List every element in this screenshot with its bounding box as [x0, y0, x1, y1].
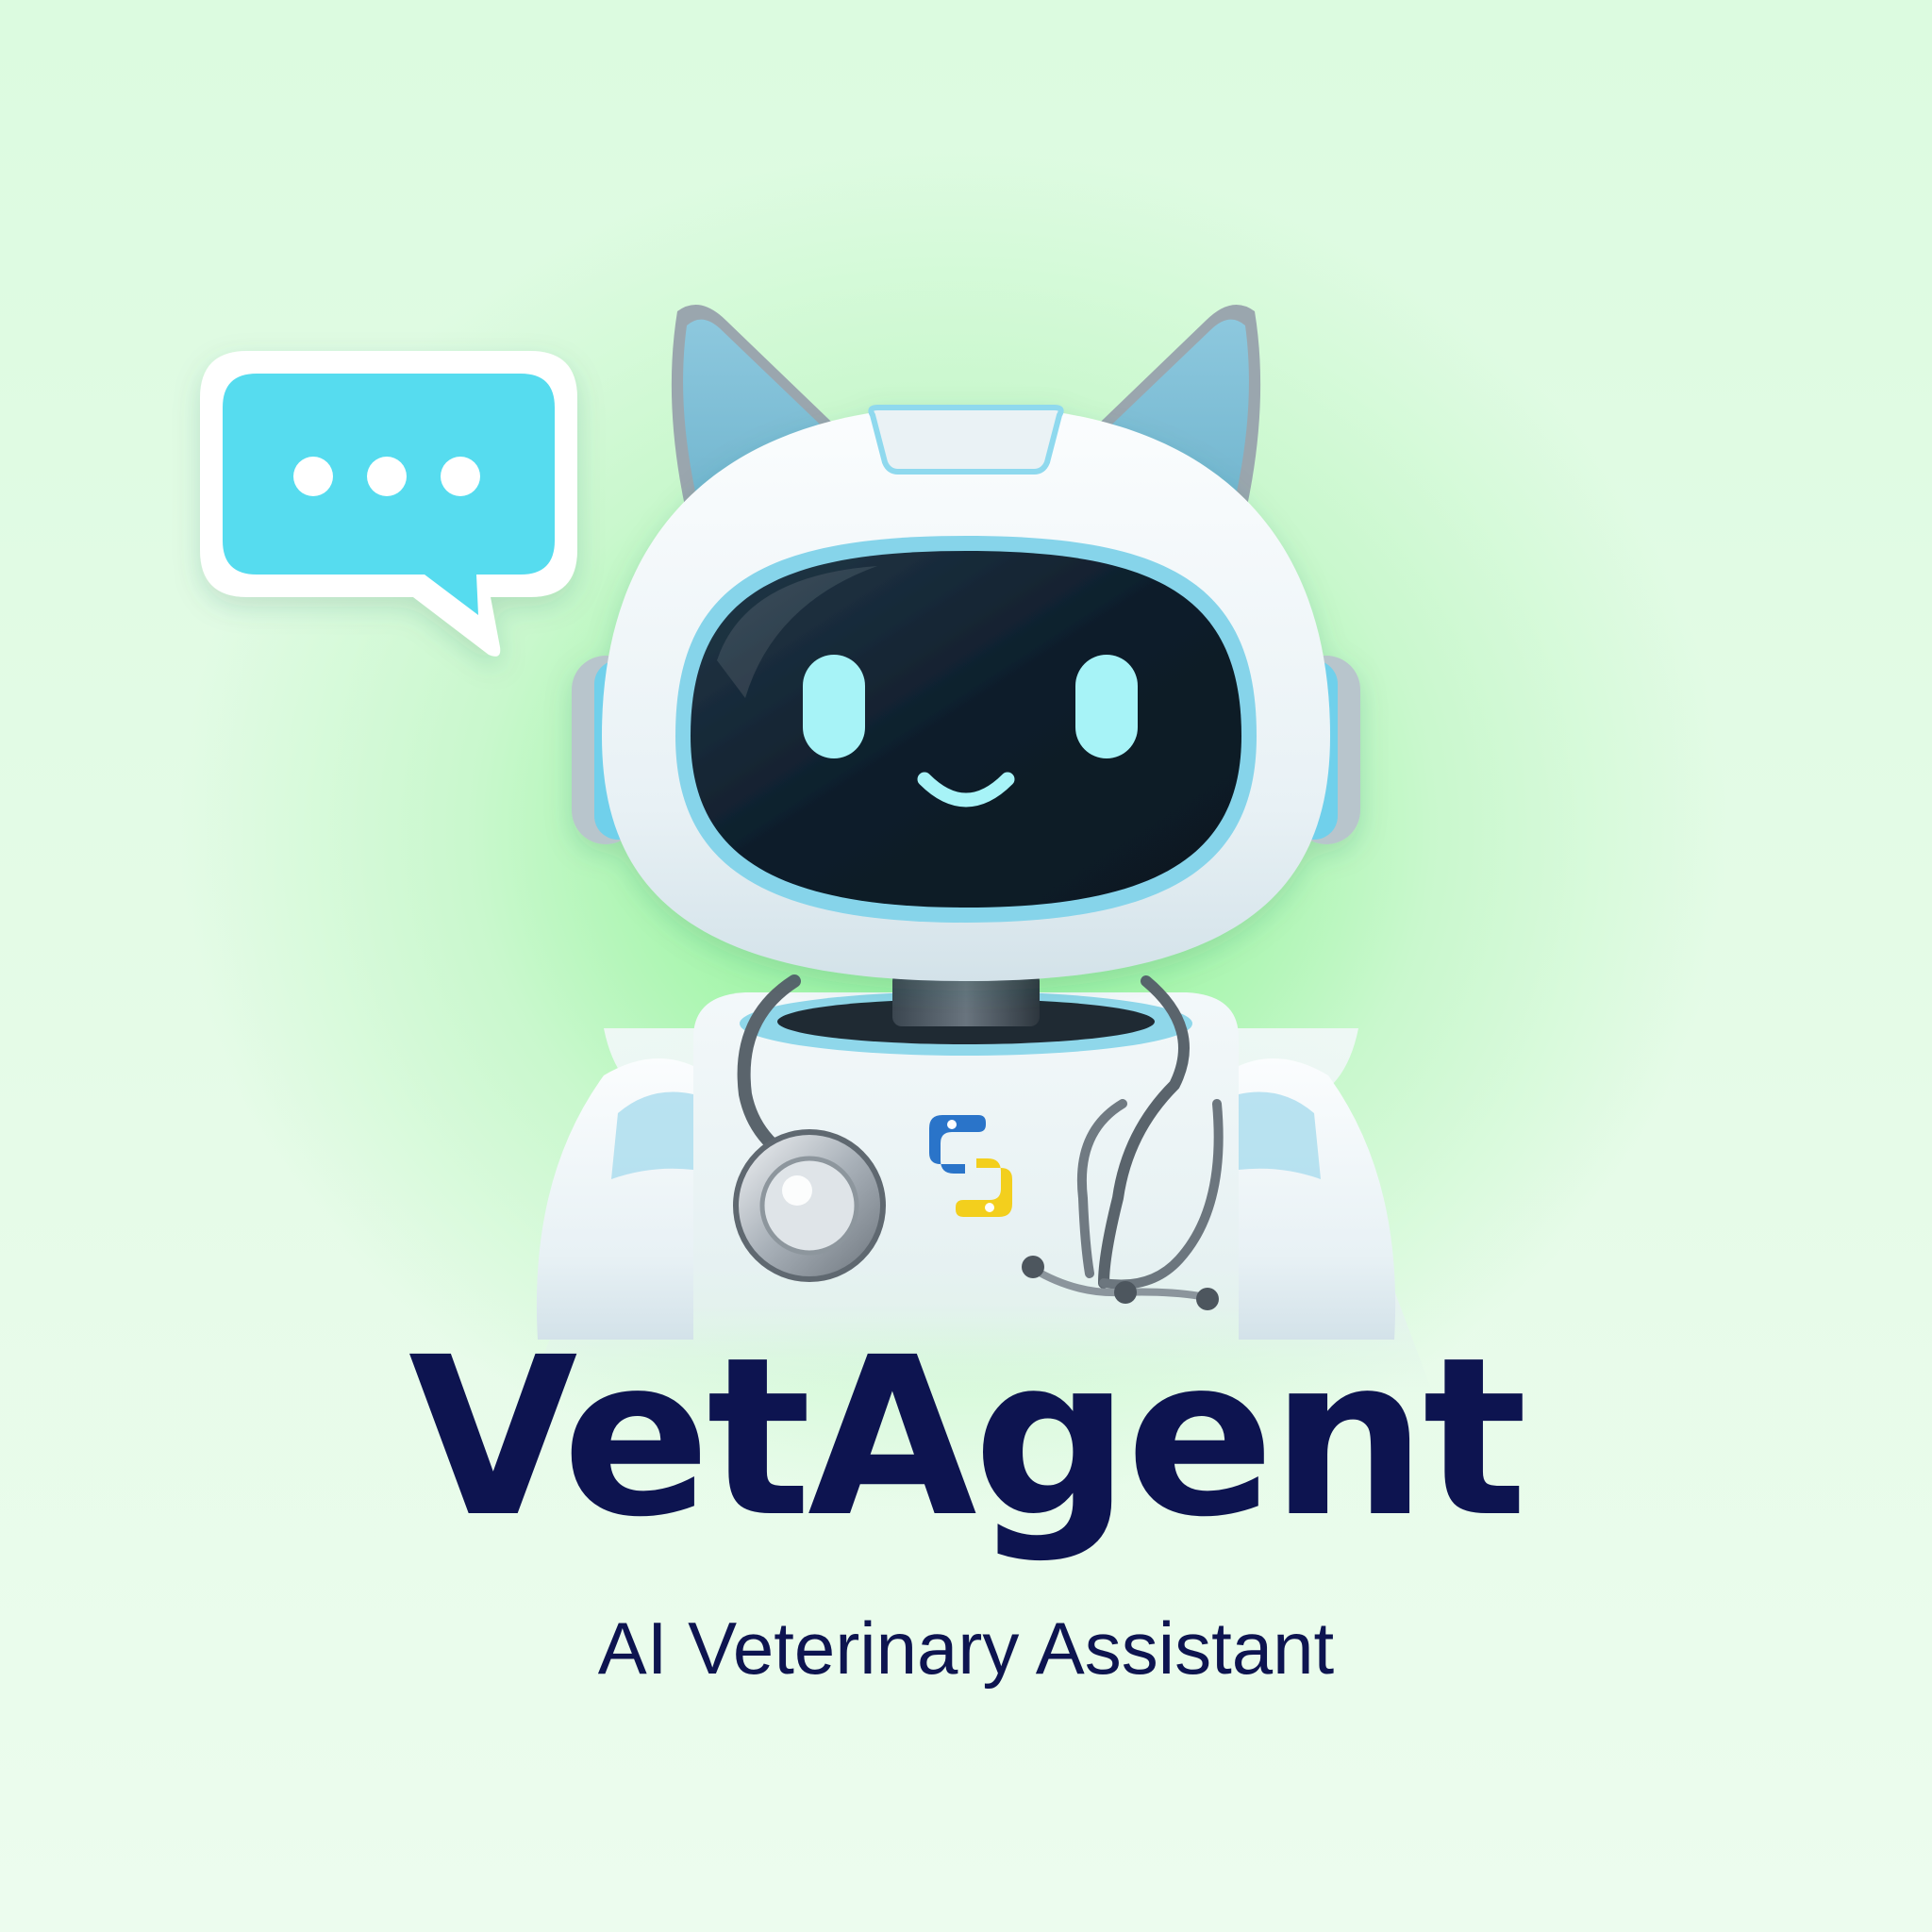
brand-title: VetAgent	[408, 1310, 1527, 1565]
right-eye	[1075, 655, 1138, 758]
left-eye	[803, 655, 865, 758]
logo-stage: VetAgent AI Veterinary Assistant	[0, 0, 1932, 1932]
vetagent-mascot	[200, 304, 1434, 1396]
brand-subtitle: AI Veterinary Assistant	[597, 1607, 1335, 1690]
chat-bubble-icon	[200, 351, 577, 657]
